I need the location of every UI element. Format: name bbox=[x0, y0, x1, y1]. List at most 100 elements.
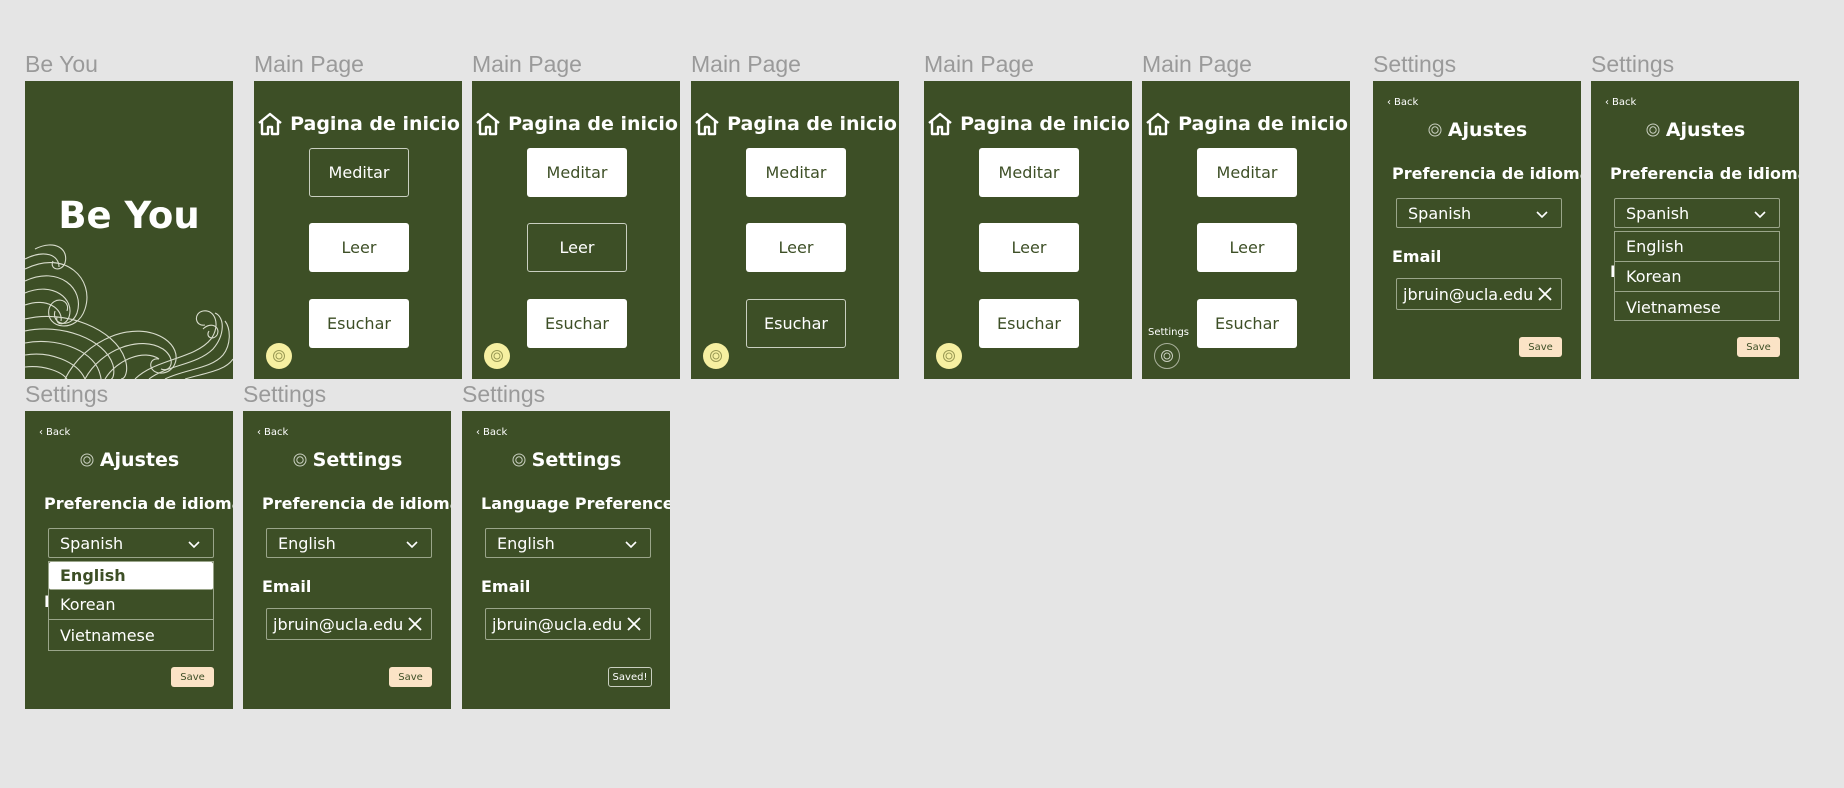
language-select-value: Spanish bbox=[1626, 203, 1690, 223]
settings-tooltip: Settings bbox=[1148, 327, 1190, 338]
escuchar-button[interactable]: Esuchar bbox=[979, 299, 1079, 348]
language-select-value: English bbox=[497, 533, 555, 553]
settings-button[interactable] bbox=[1154, 343, 1180, 369]
page-title-text: Pagina de inicio bbox=[727, 113, 897, 135]
email-label: Email bbox=[1392, 247, 1442, 266]
page-title-text: Pagina de inicio bbox=[1178, 113, 1348, 135]
settings-title: Settings bbox=[462, 449, 670, 471]
page-title: Pagina de inicio bbox=[254, 110, 462, 138]
back-button[interactable]: ‹ Back bbox=[257, 427, 288, 438]
settings-frame-spanish-dropdown: ‹ Back Ajustes Preferencia de idioma Span… bbox=[1591, 81, 1799, 379]
gear-icon bbox=[1428, 123, 1442, 137]
language-select[interactable]: Spanish bbox=[1396, 198, 1562, 228]
dropdown-option-korean[interactable]: Korean bbox=[1615, 262, 1779, 292]
escuchar-button[interactable]: Esuchar bbox=[527, 299, 627, 348]
back-label: Back bbox=[264, 427, 289, 438]
frame-label-settings-5: Settings bbox=[462, 381, 546, 407]
back-label: Back bbox=[1394, 97, 1419, 108]
back-button[interactable]: ‹ Back bbox=[1387, 97, 1418, 108]
dropdown-option-english[interactable]: English bbox=[1615, 232, 1779, 262]
meditar-button[interactable]: Meditar bbox=[527, 148, 627, 197]
language-select-value: English bbox=[278, 533, 336, 553]
save-button[interactable]: Save bbox=[1519, 337, 1562, 357]
email-field[interactable]: jbruin@ucla.edu bbox=[266, 608, 432, 640]
dropdown-option-vietnamese[interactable]: Vietnamese bbox=[1615, 292, 1779, 322]
save-button[interactable]: Save bbox=[389, 667, 432, 687]
email-field[interactable]: jbruin@ucla.edu bbox=[1396, 278, 1562, 310]
chevron-down-icon bbox=[1536, 211, 1548, 219]
settings-frame-english-highlighted: ‹ Back Ajustes Preferencia de idioma Span… bbox=[25, 411, 233, 709]
language-select[interactable]: English bbox=[266, 528, 432, 558]
frame-label-main-page-3: Main Page bbox=[691, 51, 801, 77]
main-page-frame-meditar-selected: Pagina de inicio Meditar Leer Esuchar bbox=[254, 81, 462, 379]
save-button[interactable]: Save bbox=[171, 667, 214, 687]
main-page-frame-escuchar-selected: Pagina de inicio Meditar Leer Esuchar bbox=[691, 81, 899, 379]
email-label: Email bbox=[481, 577, 531, 596]
language-select[interactable]: Spanish bbox=[1614, 198, 1780, 228]
chevron-down-icon bbox=[1754, 211, 1766, 219]
language-select[interactable]: Spanish bbox=[48, 528, 214, 558]
language-label: Language Preference bbox=[481, 494, 670, 513]
language-select-value: Spanish bbox=[1408, 203, 1472, 223]
dropdown-option-korean[interactable]: Korean bbox=[49, 590, 213, 620]
leer-button[interactable]: Leer bbox=[527, 223, 627, 272]
save-button[interactable]: Save bbox=[1737, 337, 1780, 357]
page-title: Pagina de inicio bbox=[924, 110, 1132, 138]
settings-button[interactable] bbox=[936, 343, 962, 369]
back-button[interactable]: ‹ Back bbox=[39, 427, 70, 438]
saved-button[interactable]: Saved! bbox=[608, 667, 652, 687]
language-label: Preferencia de idioma bbox=[1392, 164, 1581, 183]
back-button[interactable]: ‹ Back bbox=[1605, 97, 1636, 108]
main-page-frame-leer-selected: Pagina de inicio Meditar Leer Esuchar bbox=[472, 81, 680, 379]
language-label: Preferencia de idioma bbox=[1610, 164, 1799, 183]
frame-label-settings-4: Settings bbox=[243, 381, 327, 407]
gear-icon bbox=[1161, 350, 1173, 362]
dropdown-option-english[interactable]: English bbox=[49, 562, 213, 590]
meditar-button[interactable]: Meditar bbox=[309, 148, 409, 197]
settings-button[interactable] bbox=[266, 343, 292, 369]
page-title: Pagina de inicio bbox=[1142, 110, 1350, 138]
close-icon[interactable] bbox=[1537, 286, 1553, 302]
close-icon[interactable] bbox=[626, 616, 642, 632]
language-select[interactable]: English bbox=[485, 528, 651, 558]
chevron-down-icon bbox=[625, 541, 637, 549]
leer-button[interactable]: Leer bbox=[309, 223, 409, 272]
escuchar-button[interactable]: Esuchar bbox=[309, 299, 409, 348]
gear-icon bbox=[710, 350, 722, 362]
chevron-down-icon bbox=[188, 541, 200, 549]
chevron-left-icon: ‹ bbox=[39, 427, 43, 438]
settings-button[interactable] bbox=[484, 343, 510, 369]
language-label: Preferencia de idioma bbox=[262, 494, 451, 513]
leer-button[interactable]: Leer bbox=[979, 223, 1079, 272]
page-title-text: Pagina de inicio bbox=[508, 113, 678, 135]
page-title-text: Pagina de inicio bbox=[290, 113, 460, 135]
settings-title-text: Ajustes bbox=[99, 449, 180, 471]
meditar-button[interactable]: Meditar bbox=[979, 148, 1079, 197]
frame-label-settings-3: Settings bbox=[25, 381, 109, 407]
settings-frame-spanish: ‹ Back Ajustes Preferencia de idioma Span… bbox=[1373, 81, 1581, 379]
escuchar-button[interactable]: Esuchar bbox=[1197, 299, 1297, 348]
settings-button[interactable] bbox=[703, 343, 729, 369]
gear-icon bbox=[491, 350, 503, 362]
gear-icon bbox=[1646, 123, 1660, 137]
gear-icon bbox=[273, 350, 285, 362]
frame-label-main-page-4: Main Page bbox=[924, 51, 1034, 77]
email-value: jbruin@ucla.edu bbox=[273, 614, 404, 634]
back-button[interactable]: ‹ Back bbox=[476, 427, 507, 438]
close-icon[interactable] bbox=[407, 616, 423, 632]
dropdown-option-vietnamese[interactable]: Vietnamese bbox=[49, 620, 213, 650]
leer-button[interactable]: Leer bbox=[1197, 223, 1297, 272]
meditar-button[interactable]: Meditar bbox=[746, 148, 846, 197]
settings-title: Ajustes bbox=[25, 449, 233, 471]
chevron-left-icon: ‹ bbox=[1605, 97, 1609, 108]
gear-icon bbox=[512, 453, 526, 467]
chevron-down-icon bbox=[406, 541, 418, 549]
email-field[interactable]: jbruin@ucla.edu bbox=[485, 608, 651, 640]
leer-button[interactable]: Leer bbox=[746, 223, 846, 272]
page-title: Pagina de inicio bbox=[472, 110, 680, 138]
gear-icon bbox=[293, 453, 307, 467]
escuchar-button[interactable]: Esuchar bbox=[746, 299, 846, 348]
meditar-button[interactable]: Meditar bbox=[1197, 148, 1297, 197]
page-title-text: Pagina de inicio bbox=[960, 113, 1130, 135]
gear-icon bbox=[943, 350, 955, 362]
